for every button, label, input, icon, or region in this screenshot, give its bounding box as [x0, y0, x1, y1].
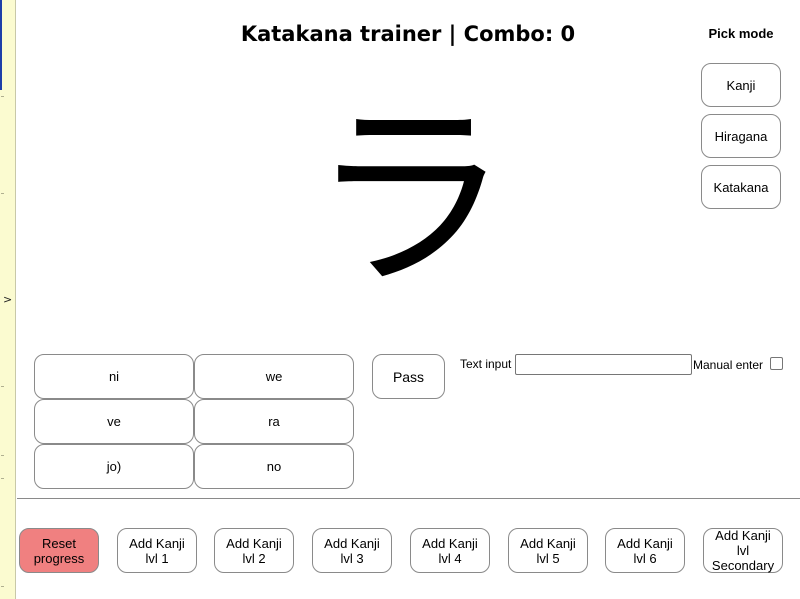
text-input-label: Text input: [460, 357, 512, 371]
reset-progress-button[interactable]: Reset progress: [19, 528, 99, 573]
add-kanji-lvl-5-button[interactable]: Add Kanji lvl 5: [508, 528, 588, 573]
answer-button[interactable]: we: [194, 354, 354, 399]
add-kanji-lvl-6-button[interactable]: Add Kanji lvl 6: [605, 528, 685, 573]
manual-enter-label: Manual enter: [693, 358, 764, 372]
add-kanji-lvl-3-button[interactable]: Add Kanji lvl 3: [312, 528, 392, 573]
add-kanji-lvl-4-button[interactable]: Add Kanji lvl 4: [410, 528, 490, 573]
answer-button[interactable]: jo): [34, 444, 194, 489]
expand-sidebar-icon[interactable]: >: [3, 293, 12, 307]
mode-hiragana-button[interactable]: Hiragana: [701, 114, 781, 158]
side-panel-tick: [1, 193, 4, 194]
side-panel-tick: [1, 386, 4, 387]
manual-enter-checkbox[interactable]: [770, 357, 783, 370]
answer-button[interactable]: no: [194, 444, 354, 489]
quiz-character-display: ラ: [300, 90, 520, 310]
quiz-character: ラ: [309, 83, 510, 316]
pass-button[interactable]: Pass: [372, 354, 445, 399]
answer-button[interactable]: ra: [194, 399, 354, 444]
answer-button[interactable]: ve: [34, 399, 194, 444]
add-kanji-lvl-1-button[interactable]: Add Kanji lvl 1: [117, 528, 197, 573]
page-title: Katakana trainer | Combo: 0: [240, 22, 576, 46]
pick-mode-label: Pick mode: [708, 26, 774, 41]
side-panel-accent: [0, 0, 2, 599]
mode-katakana-button[interactable]: Katakana: [701, 165, 781, 209]
side-panel-tick: [1, 96, 4, 97]
add-kanji-lvl-secondary-button[interactable]: Add Kanji lvl Secondary: [703, 528, 783, 573]
side-panel-tick: [1, 586, 4, 587]
answer-button[interactable]: ni: [34, 354, 194, 399]
side-panel: >: [0, 0, 16, 599]
divider: [17, 498, 800, 499]
mode-kanji-button[interactable]: Kanji: [701, 63, 781, 107]
side-panel-tick: [1, 478, 4, 479]
add-kanji-lvl-2-button[interactable]: Add Kanji lvl 2: [214, 528, 294, 573]
answer-text-input[interactable]: [515, 354, 692, 375]
side-panel-tick: [1, 455, 4, 456]
